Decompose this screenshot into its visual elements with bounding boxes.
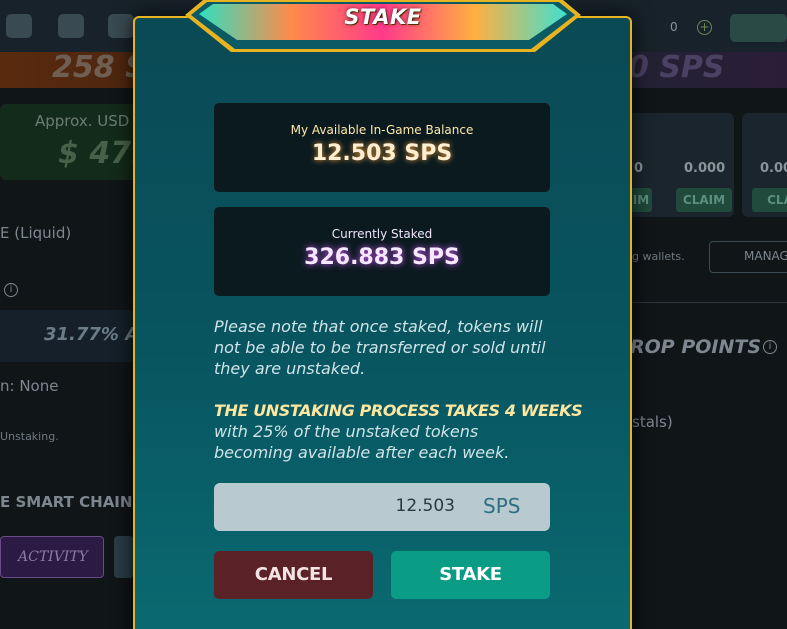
liquid-label: E (Liquid) [0,224,72,242]
add-currency-icon[interactable]: + [697,20,712,35]
claim-button[interactable]: CLAIM [676,188,732,212]
currently-staked-value: 326.883 SPS [304,245,460,270]
claim-button[interactable]: IM [630,188,652,212]
stake-amount-unit: SPS [483,494,521,518]
token-amount: 0 [634,161,644,176]
currently-staked-label: Currently Staked [331,227,433,241]
info-icon[interactable]: i [763,340,777,354]
unstaking-warning-body: with 25% of the unstaked tokens becoming… [214,422,510,462]
currently-staked-box: Currently Staked 326.883 SPS [214,207,550,296]
available-balance-value: 12.503 SPS [311,141,453,166]
apr-value: 31.77% A [44,324,140,345]
chest-icon[interactable] [730,14,787,42]
info-icon[interactable]: i [4,283,18,297]
modal-title: STAKE [344,5,422,29]
cancel-button[interactable]: CANCEL [214,551,373,599]
stake-amount-input[interactable]: 12.503 SPS [214,483,550,531]
unstaking-label: Unstaking. [0,430,59,443]
bg-right-fragment: 0 SPS [628,50,725,85]
sword-icon[interactable] [58,14,84,38]
chain-label: E SMART CHAIN [0,493,133,511]
approx-usd-label: Approx. USD V [35,112,145,130]
currency-counter: 0 [670,20,678,34]
activity-label: ACTIVITY [18,549,88,565]
drop-points-label: ROP POINTS [630,336,762,358]
secondary-button[interactable] [114,536,134,578]
none-label: n: None [0,377,59,395]
stake-amount-value[interactable]: 12.503 [214,496,455,516]
stake-button[interactable]: STAKE [391,551,550,599]
unstaking-warning-heading: THE UNSTAKING PROCESS TAKES 4 WEEKS [214,401,583,420]
eth-amount: 0.000 [684,161,726,176]
usd-value: $ 47. [58,136,143,171]
manage-button[interactable]: MANAG [709,241,787,273]
available-balance-label: My Available In-Game Balance [290,123,474,137]
wallets-text: g wallets. [632,250,685,263]
gem-icon[interactable] [6,14,32,38]
staking-note: Please note that once staked, tokens wil… [214,317,546,378]
divider [632,302,787,303]
crystals-label: stals) [632,413,673,431]
claim-button[interactable]: CLA [752,188,787,212]
available-balance-box: My Available In-Game Balance 12.503 SPS [214,103,550,192]
cards-icon[interactable] [108,14,134,38]
token-amount: 0.00 [760,161,787,176]
